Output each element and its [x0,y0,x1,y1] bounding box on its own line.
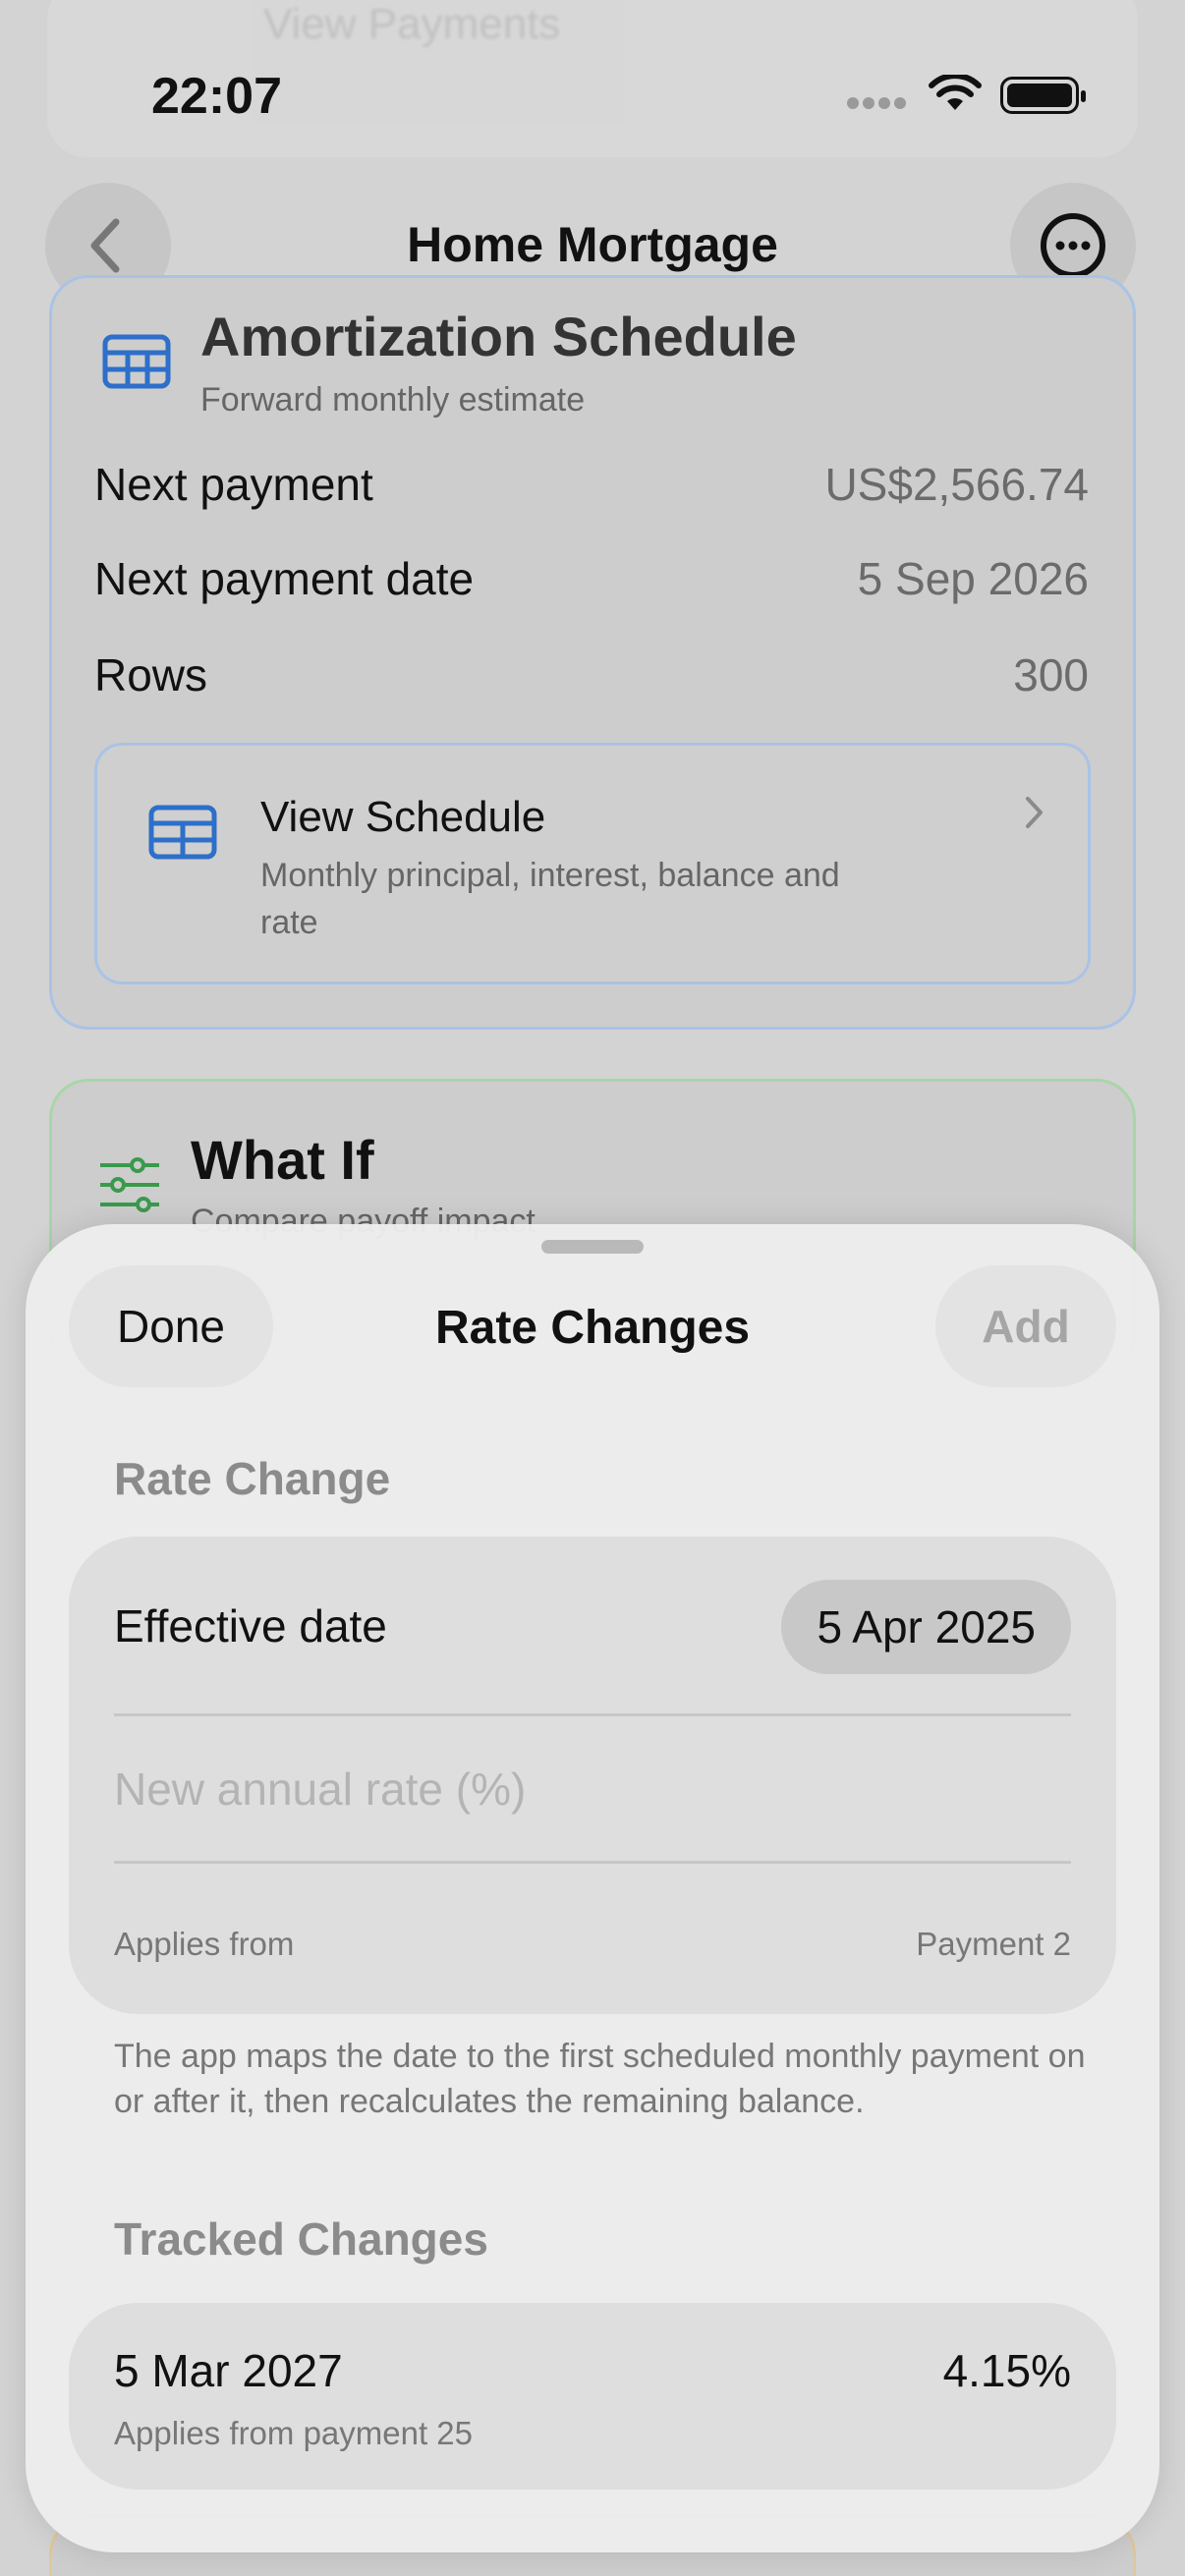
battery-icon [1000,77,1086,114]
tracked-change-date: 5 Mar 2027 [114,2345,343,2396]
effective-date-label: Effective date [114,1600,387,1652]
applies-from-label: Applies from [114,1926,295,1962]
chevron-right-icon [1023,793,1046,837]
next-payment-date-label: Next payment date [94,553,475,604]
rows-value: 300 [1013,649,1089,700]
view-schedule-button[interactable]: View Schedule Monthly principal, interes… [94,743,1091,984]
tracked-change-subtitle: Applies from payment 25 [114,2415,474,2451]
tracked-changes-header: Tracked Changes [114,2213,488,2265]
divider [114,1861,1071,1864]
view-schedule-subtitle: Monthly principal, interest, balance and… [260,857,840,941]
applies-from-value: Payment 2 [916,1926,1071,1962]
table-icon [148,805,217,865]
divider [114,1713,1071,1716]
cellular-signal-icon [847,96,910,114]
amortization-title: Amortization Schedule [200,306,797,367]
amortization-subtitle: Forward monthly estimate [200,381,586,419]
view-schedule-title: View Schedule [260,793,546,841]
tracked-change-rate: 4.15% [942,2345,1071,2396]
next-payment-label: Next payment [94,459,373,510]
status-bar: 22:07 [0,0,1185,187]
status-time: 22:07 [151,68,282,125]
what-if-title: What If [191,1129,374,1191]
rate-change-footnote: The app maps the date to the first sched… [114,2038,1086,2120]
next-payment-date-value: 5 Sep 2026 [857,553,1089,604]
add-button[interactable]: Add [935,1265,1116,1387]
effective-date-picker[interactable]: 5 Apr 2025 [781,1580,1071,1674]
rows-label: Rows [94,649,208,700]
table-icon [102,334,171,394]
page-title: Home Mortgage [407,217,778,272]
next-payment-value: US$2,566.74 [824,459,1089,510]
rate-change-group: Effective date 5 Apr 2025 Applies from P… [69,1537,1116,2014]
new-annual-rate-input[interactable] [114,1755,1057,1823]
sheet-grabber[interactable] [541,1240,644,1254]
wifi-icon [928,73,983,119]
tracked-change-row[interactable]: 5 Mar 2027 Applies from payment 25 4.15% [69,2303,1116,2490]
rate-changes-sheet: Done Rate Changes Add Rate Change Effect… [26,1224,1159,2552]
rate-change-header: Rate Change [114,1453,391,1504]
sliders-icon [98,1157,161,1217]
